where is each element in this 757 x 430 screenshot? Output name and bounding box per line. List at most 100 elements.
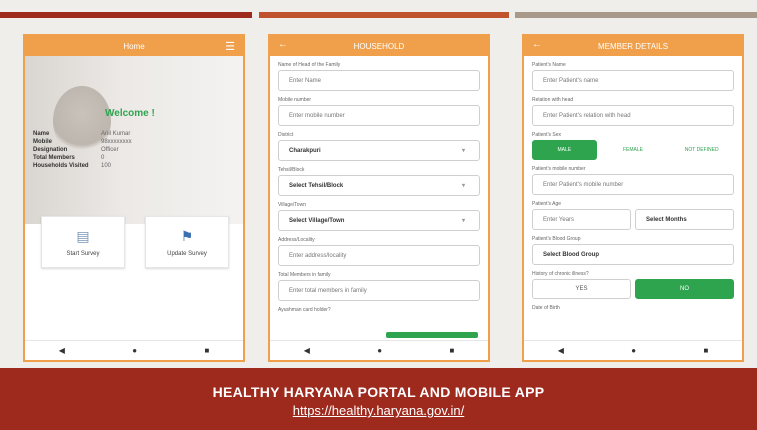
- form-field: Village/Town Select Village/Town ▾: [278, 202, 480, 231]
- footer-banner: HEALTHY HARYANA PORTAL AND MOBILE APP ht…: [0, 368, 757, 430]
- app-bar-title: HOUSEHOLD: [353, 41, 405, 51]
- info-key: Households Visited: [33, 163, 89, 169]
- field-label: Mobile number: [278, 97, 312, 103]
- info-row: Total Members 0: [33, 154, 132, 162]
- android-nav-bar: ◀ ● ■: [270, 340, 488, 360]
- field-label: District: [278, 132, 294, 138]
- form-field: Patient's Name Enter Patient's name: [532, 62, 734, 91]
- head-name-input[interactable]: Enter Name: [278, 70, 480, 91]
- mobile-input[interactable]: Enter mobile number: [278, 105, 480, 126]
- app-bar: ← HOUSEHOLD: [270, 36, 488, 56]
- form-field: Relation with head Enter Patient's relat…: [532, 97, 734, 126]
- info-key: Mobile: [33, 139, 52, 145]
- form-field: Address/Locality Enter address/locality: [278, 237, 480, 266]
- patient-mobile-input[interactable]: Enter Patient's mobile number: [532, 174, 734, 195]
- back-arrow-icon[interactable]: ←: [278, 39, 288, 50]
- field-label: Patient's Sex: [532, 132, 562, 138]
- back-nav-icon[interactable]: ◀: [304, 346, 310, 355]
- update-survey-label: Update Survey: [167, 250, 207, 257]
- form-field: Patient's mobile number Enter Patient's …: [532, 166, 734, 195]
- home-nav-icon[interactable]: ●: [377, 346, 382, 355]
- info-value: Anil Kumar: [101, 131, 131, 137]
- app-bar: ← MEMBER DETAILS: [524, 36, 742, 56]
- app-bar-title: Home: [123, 41, 145, 51]
- village-value: Select Village/Town: [289, 217, 345, 224]
- recents-nav-icon[interactable]: ■: [204, 346, 209, 355]
- field-label: Total Members in family: [278, 272, 331, 278]
- gender-not-defined-option[interactable]: NOT DEFINED: [669, 140, 734, 160]
- top-stripe-2: [259, 12, 509, 18]
- info-row: Name Anil Kumar: [33, 130, 132, 138]
- field-label: Relation with head: [532, 97, 574, 103]
- recents-nav-icon[interactable]: ■: [703, 346, 708, 355]
- field-label: Village/Town: [278, 202, 306, 208]
- gender-selector: MALE FEMALE NOT DEFINED: [532, 140, 734, 160]
- update-survey-button[interactable]: ⚑ Update Survey: [145, 216, 229, 268]
- gender-female-option[interactable]: FEMALE: [601, 140, 666, 160]
- back-nav-icon[interactable]: ◀: [558, 346, 564, 355]
- flag-icon: ⚑: [180, 227, 194, 244]
- android-nav-bar: ◀ ● ■: [524, 340, 742, 360]
- phone-member-form: ← MEMBER DETAILS Patient's Name Enter Pa…: [522, 34, 744, 362]
- age-years-input[interactable]: Enter Years: [532, 209, 631, 230]
- patient-name-input[interactable]: Enter Patient's name: [532, 70, 734, 91]
- welcome-title: Welcome !: [105, 108, 155, 119]
- info-value: 100: [101, 163, 112, 169]
- field-label: Patient's Blood Group: [532, 236, 581, 242]
- form-field: District Charakpuri ▾: [278, 132, 480, 161]
- back-arrow-icon[interactable]: ←: [532, 39, 542, 50]
- field-label: Name of Head of the Family: [278, 62, 341, 68]
- chevron-down-icon: ▾: [461, 218, 465, 224]
- portal-link[interactable]: https://healthy.haryana.gov.in/: [0, 403, 757, 418]
- recents-nav-icon[interactable]: ■: [449, 346, 454, 355]
- tehsil-value: Select Tehsil/Block: [289, 182, 344, 189]
- age-months-select[interactable]: Select Months: [635, 209, 734, 230]
- top-stripe-3: [515, 12, 757, 18]
- app-bar-title: MEMBER DETAILS: [597, 41, 669, 51]
- form-field: Patient's Blood Group Select Blood Group: [532, 236, 734, 265]
- member-form: Patient's Name Enter Patient's name Rela…: [532, 62, 734, 317]
- chevron-down-icon: ▾: [461, 183, 465, 189]
- district-value: Charakpuri: [289, 147, 321, 154]
- home-nav-icon[interactable]: ●: [631, 346, 636, 355]
- start-survey-label: Start Survey: [66, 250, 100, 257]
- field-label: Address/Locality: [278, 237, 315, 243]
- district-select[interactable]: Charakpuri ▾: [278, 140, 480, 161]
- yes-option[interactable]: YES: [532, 279, 631, 299]
- relation-input[interactable]: Enter Patient's relation with head: [532, 105, 734, 126]
- start-survey-button[interactable]: ▤ Start Survey: [41, 216, 125, 268]
- field-label: Patient's mobile number: [532, 166, 586, 172]
- info-row: Mobile 98xxxxxxxx: [33, 138, 132, 146]
- menu-icon[interactable]: ☰: [225, 40, 235, 53]
- form-field: History of chronic illness? YES NO: [532, 271, 734, 299]
- phone-home-screen: Home ☰ Welcome ! Name Anil Kumar Mobile 98…: [23, 34, 245, 362]
- gender-male-option[interactable]: MALE: [532, 140, 597, 160]
- document-icon: ▤: [76, 227, 90, 244]
- info-key: Designation: [33, 147, 68, 153]
- footer-title: HEALTHY HARYANA PORTAL AND MOBILE APP: [212, 384, 545, 400]
- info-value: 0: [101, 155, 105, 161]
- field-label: Patient's Name: [532, 62, 566, 68]
- user-info-table: Name Anil Kumar Mobile 98xxxxxxxx Designat…: [33, 130, 132, 170]
- green-toggle[interactable]: [386, 332, 478, 338]
- total-members-input[interactable]: Enter total members in family: [278, 280, 480, 301]
- blood-group-select[interactable]: Select Blood Group: [532, 244, 734, 265]
- form-field: Total Members in family Enter total memb…: [278, 272, 480, 301]
- form-field: Mobile number Enter mobile number: [278, 97, 480, 126]
- field-label: Tehsil/Block: [278, 167, 305, 173]
- no-option[interactable]: NO: [635, 279, 734, 299]
- field-label: History of chronic illness?: [532, 271, 589, 277]
- village-select[interactable]: Select Village/Town ▾: [278, 210, 480, 231]
- chevron-down-icon: ▾: [461, 148, 465, 154]
- household-form: Name of Head of the Family Enter Name Mo…: [278, 62, 480, 319]
- info-row: Designation Officer: [33, 146, 132, 154]
- address-input[interactable]: Enter address/locality: [278, 245, 480, 266]
- tehsil-select[interactable]: Select Tehsil/Block ▾: [278, 175, 480, 196]
- info-key: Name: [33, 131, 50, 137]
- form-field: Ayushman card holder?: [278, 307, 480, 313]
- field-label: Patient's Age: [532, 201, 562, 207]
- home-nav-icon[interactable]: ●: [132, 346, 137, 355]
- android-nav-bar: ◀ ● ■: [25, 340, 243, 360]
- info-row: Households Visited 100: [33, 162, 132, 170]
- back-nav-icon[interactable]: ◀: [59, 346, 65, 355]
